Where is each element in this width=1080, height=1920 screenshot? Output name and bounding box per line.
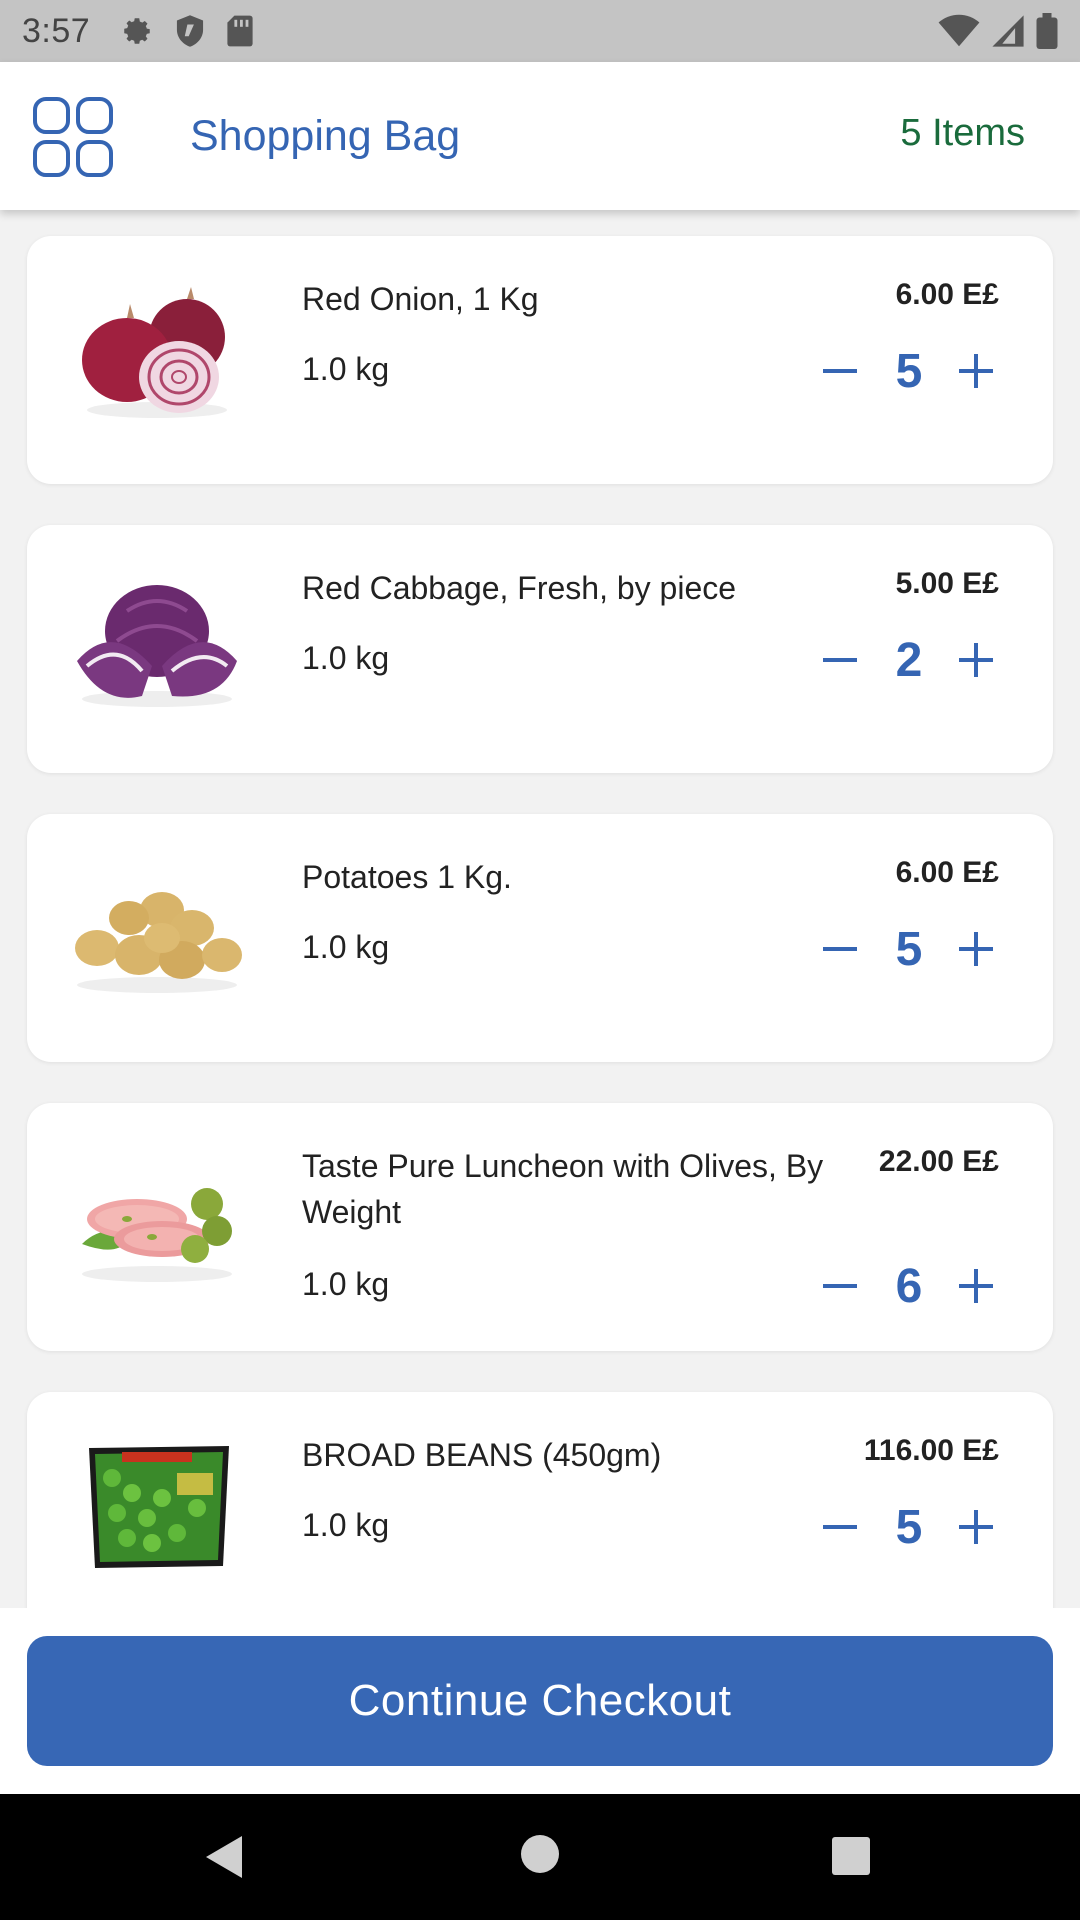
quantity-value: 2 [895, 633, 923, 687]
shield-icon [177, 15, 204, 47]
checkout-bar: Continue Checkout [0, 1608, 1080, 1794]
red-onion-image [82, 287, 227, 418]
cart-item[interactable]: Red Onion, 1 Kg 6.00 E£ 1.0 kg 5 [27, 236, 1053, 484]
gear-icon [124, 18, 150, 44]
increase-button[interactable] [955, 1505, 999, 1549]
item-price: 22.00 E£ [878, 1145, 999, 1178]
decrease-button[interactable] [819, 1505, 863, 1549]
sd-card-icon [227, 15, 253, 47]
increase-button[interactable] [955, 1264, 999, 1308]
item-count: 5 Items [900, 112, 1025, 154]
home-icon[interactable] [520, 1834, 560, 1874]
item-name: Taste Pure Luncheon with Olives, By Weig… [302, 1148, 824, 1230]
quantity-stepper: 5 [819, 914, 999, 984]
page-title: Shopping Bag [190, 112, 461, 160]
signal-icon [992, 15, 1024, 47]
cart-item[interactable]: Potatoes 1 Kg. 6.00 E£ 1.0 kg 5 [27, 814, 1053, 1062]
red-cabbage-image [77, 585, 237, 707]
item-name: Potatoes 1 Kg. [302, 859, 512, 895]
item-name: Red Onion, 1 Kg [302, 281, 539, 317]
decrease-button[interactable] [819, 349, 863, 393]
cart-list[interactable]: Red Onion, 1 Kg 6.00 E£ 1.0 kg 5 Red Cab… [0, 210, 1080, 1608]
continue-checkout-button[interactable]: Continue Checkout [27, 1636, 1053, 1766]
quantity-value: 5 [895, 922, 923, 976]
grid-icon[interactable] [32, 96, 114, 178]
status-time: 3:57 [22, 11, 91, 50]
wifi-icon [938, 14, 980, 47]
potatoes-image [75, 892, 242, 993]
status-icons-left [120, 14, 254, 48]
decrease-button[interactable] [819, 927, 863, 971]
quantity-stepper: 5 [819, 1492, 999, 1562]
luncheon-image [82, 1188, 232, 1282]
quantity-value: 5 [895, 344, 923, 398]
decrease-button[interactable] [819, 1264, 863, 1308]
battery-icon [1036, 13, 1058, 49]
quantity-stepper: 6 [819, 1251, 999, 1321]
quantity-value: 5 [895, 1500, 923, 1554]
item-weight: 1.0 kg [302, 1507, 390, 1543]
item-weight: 1.0 kg [302, 1266, 390, 1302]
quantity-stepper: 2 [819, 625, 999, 695]
item-weight: 1.0 kg [302, 929, 390, 965]
back-icon[interactable] [202, 1834, 246, 1880]
cart-item[interactable]: Red Cabbage, Fresh, by piece 5.00 E£ 1.0… [27, 525, 1053, 773]
quantity-value: 6 [895, 1259, 923, 1313]
item-name: Red Cabbage, Fresh, by piece [302, 570, 737, 606]
checkout-label: Continue Checkout [348, 1676, 732, 1725]
cart-item[interactable]: Taste Pure Luncheon with Olives, By Weig… [27, 1103, 1053, 1351]
app-bar: Shopping Bag 5 Items [0, 62, 1080, 210]
item-price: 116.00 E£ [863, 1434, 999, 1467]
item-weight: 1.0 kg [302, 640, 390, 676]
decrease-button[interactable] [819, 638, 863, 682]
increase-button[interactable] [955, 349, 999, 393]
item-price: 6.00 E£ [895, 856, 999, 889]
item-price: 5.00 E£ [895, 567, 999, 600]
quantity-stepper: 5 [819, 336, 999, 406]
item-name: BROAD BEANS (450gm) [302, 1437, 662, 1473]
recents-icon[interactable] [831, 1836, 871, 1876]
increase-button[interactable] [955, 638, 999, 682]
cart-item[interactable]: BROAD BEANS (450gm) 116.00 E£ 1.0 kg 5 [27, 1392, 1053, 1608]
broad-beans-image [89, 1446, 229, 1568]
status-bar: 3:57 [0, 0, 1080, 62]
item-price: 6.00 E£ [895, 278, 999, 311]
item-weight: 1.0 kg [302, 351, 390, 387]
increase-button[interactable] [955, 927, 999, 971]
status-icons-right [938, 13, 1058, 49]
system-nav-bar [0, 1794, 1080, 1920]
